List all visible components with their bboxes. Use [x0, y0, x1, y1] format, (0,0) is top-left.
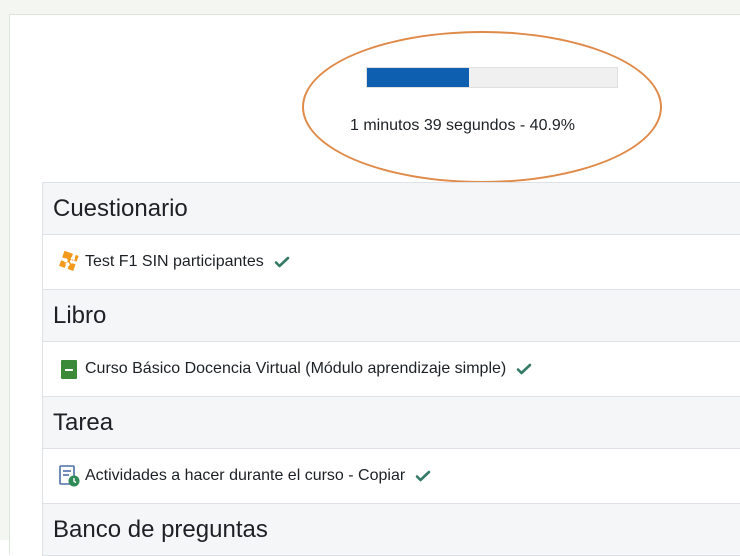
completion-check-icon — [274, 254, 290, 270]
section-header: Cuestionario — [42, 183, 740, 235]
highlight-ellipse — [302, 31, 662, 183]
completion-check-icon — [415, 468, 431, 484]
completion-check-icon — [516, 361, 532, 377]
puzzle-icon — [57, 250, 81, 274]
activity-row: Curso Básico Docencia Virtual (Módulo ap… — [42, 342, 740, 397]
activity-row: Actividades a hacer durante el curso - C… — [42, 449, 740, 504]
section-header: Banco de preguntas — [42, 504, 740, 556]
progress-text: 1 minutos 39 segundos - 40.9% — [350, 117, 576, 134]
section-header: Libro — [42, 290, 740, 342]
activity-link[interactable]: Curso Básico Docencia Virtual (Módulo ap… — [85, 360, 506, 378]
progress-bar — [366, 67, 618, 88]
activity-link[interactable]: Actividades a hacer durante el curso - C… — [85, 467, 405, 485]
progress-bar-fill — [367, 68, 470, 87]
book-icon — [57, 357, 81, 381]
assignment-icon — [57, 464, 81, 488]
activity-sections: Cuestionario Test F1 SIN participantes L… — [42, 182, 740, 556]
content-card: 1 minutos 39 segundos - 40.9% Cuestionar… — [9, 14, 740, 556]
section-header: Tarea — [42, 397, 740, 449]
progress-area: 1 minutos 39 segundos - 40.9% — [10, 15, 740, 190]
activity-link[interactable]: Test F1 SIN participantes — [85, 253, 264, 271]
activity-row: Test F1 SIN participantes — [42, 235, 740, 290]
